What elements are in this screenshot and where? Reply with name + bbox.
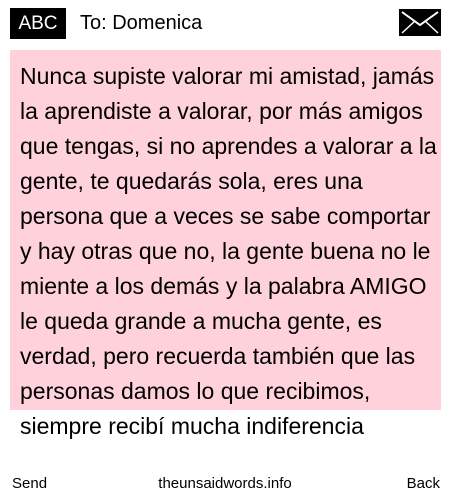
softkey-bar: theunsaidwords.info Send Back <box>0 474 450 500</box>
watermark-text: theunsaidwords.info <box>156 475 294 492</box>
envelope-icon <box>399 9 441 36</box>
input-mode-badge[interactable]: ABC <box>10 8 66 39</box>
send-softkey[interactable]: Send <box>10 475 50 492</box>
message-body[interactable]: Nunca supiste valorar mi amistad, jamás … <box>10 50 442 500</box>
message-text[interactable]: Nunca supiste valorar mi amistad, jamás … <box>20 59 438 444</box>
recipient-field[interactable]: To: Domenica <box>80 10 202 36</box>
back-softkey[interactable]: Back <box>404 475 442 492</box>
header-bar: ABC To: Domenica <box>0 0 450 46</box>
